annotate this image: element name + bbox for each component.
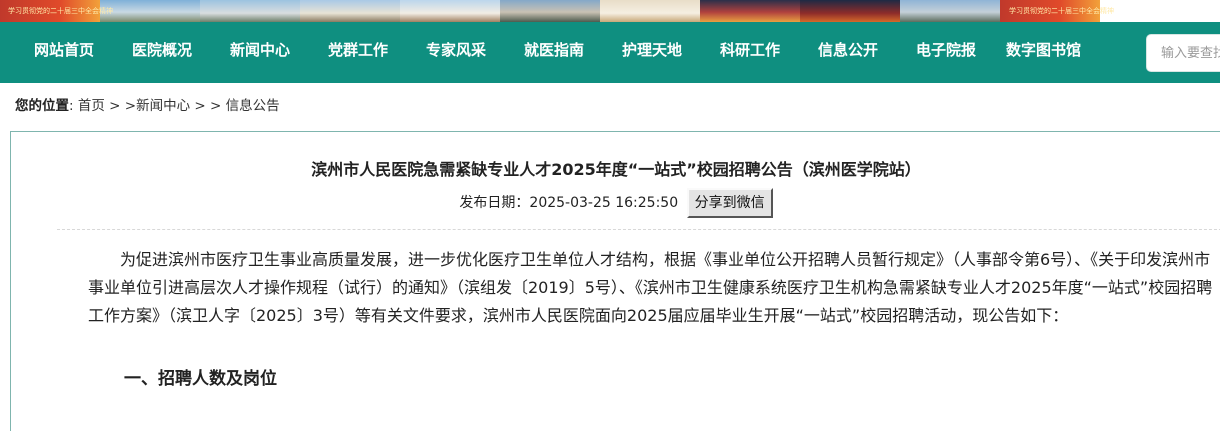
nav-item-about[interactable]: 医院概况 [132, 38, 192, 62]
breadcrumb-colon: : [69, 98, 74, 114]
top-banner: 学习贯彻党的二十届三中全会精神 学习贯彻党的二十届三中全会精神 [0, 0, 1220, 22]
article-meta: 发布日期：2025-03-25 16:25:50 分享到微信 [11, 188, 1220, 218]
banner-photo-9 [900, 0, 1000, 22]
nav-item-guide[interactable]: 就医指南 [524, 38, 584, 62]
breadcrumb-current-link[interactable]: 信息公告 [226, 98, 280, 114]
search-input[interactable] [1146, 34, 1220, 72]
share-wechat-button[interactable]: 分享到微信 [686, 188, 773, 218]
article-panel: 滨州市人民医院急需紧缺专业人才2025年度“一站式”校园招聘公告（滨州医学院站）… [10, 131, 1220, 431]
banner-photo-8 [800, 0, 900, 22]
breadcrumb-separator: > > [104, 98, 137, 114]
article-paragraph: 为促进滨州市医疗卫生事业高质量发展，进一步优化医疗卫生单位人才结构，根据《事业单… [88, 250, 1213, 325]
publish-date-value: 2025-03-25 16:25:50 [529, 195, 679, 211]
banner-photo-7 [700, 0, 800, 22]
nav-item-experts[interactable]: 专家风采 [426, 38, 486, 62]
banner-slogan-left: 学习贯彻党的二十届三中全会精神 [8, 7, 113, 15]
article-title: 滨州市人民医院急需紧缺专业人才2025年度“一站式”校园招聘公告（滨州医学院站） [311, 160, 921, 179]
publish-date-label: 发布日期： [459, 195, 530, 211]
breadcrumb: 您的位置: 首页 > >新闻中心 > > 信息公告 [15, 96, 280, 116]
nav-item-party[interactable]: 党群工作 [328, 38, 388, 62]
banner-photo-5 [500, 0, 600, 22]
nav-item-library[interactable]: 数字图书馆 [1006, 38, 1081, 62]
title-divider [57, 229, 1220, 230]
banner-photo-3 [300, 0, 400, 22]
nav-item-newsletter[interactable]: 电子院报 [916, 38, 976, 62]
nav-item-news[interactable]: 新闻中心 [230, 38, 290, 62]
main-nav: 网站首页 医院概况 新闻中心 党群工作 专家风采 就医指南 护理天地 科研工作 … [0, 22, 1220, 83]
nav-item-home[interactable]: 网站首页 [34, 38, 94, 62]
breadcrumb-label: 您的位置 [15, 98, 69, 114]
breadcrumb-news-link[interactable]: 新闻中心 [136, 98, 190, 114]
banner-slogan-right: 学习贯彻党的二十届三中全会精神 [1009, 7, 1114, 15]
banner-photo-6 [600, 0, 700, 22]
banner-photo-2 [200, 0, 300, 22]
banner-photo-1 [100, 0, 200, 22]
banner-blank [1100, 0, 1220, 22]
nav-item-research[interactable]: 科研工作 [720, 38, 780, 62]
section-heading: 一、招聘人数及岗位 [124, 369, 277, 389]
nav-item-disclosure[interactable]: 信息公开 [818, 38, 878, 62]
nav-item-nursing[interactable]: 护理天地 [622, 38, 682, 62]
banner-photo-4 [400, 0, 500, 22]
breadcrumb-home-link[interactable]: 首页 [78, 98, 105, 114]
breadcrumb-separator: > > [190, 98, 222, 114]
